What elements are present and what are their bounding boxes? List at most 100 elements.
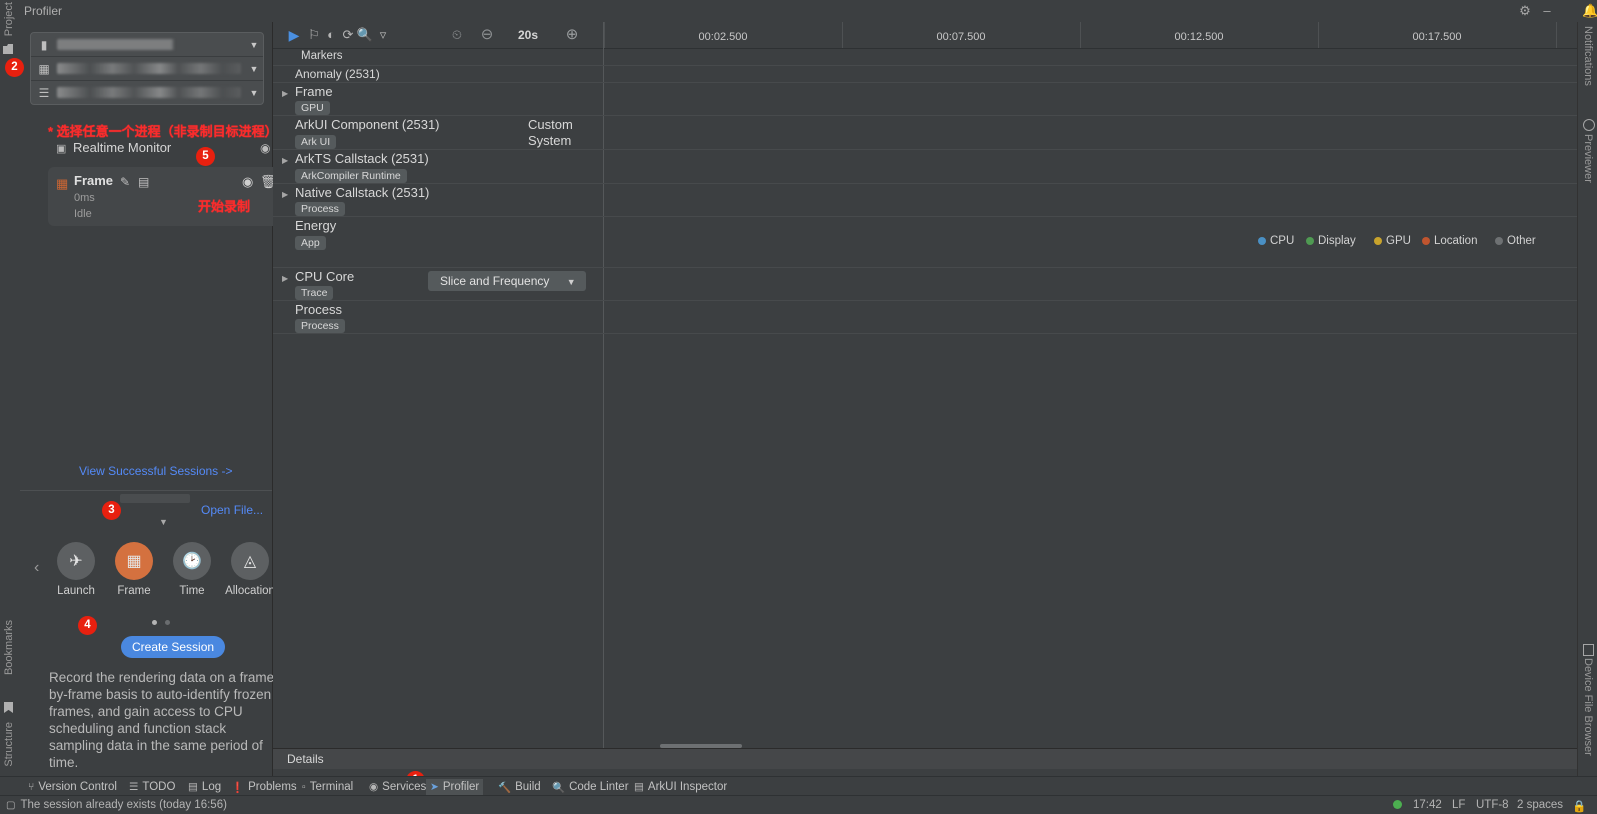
ruler-tick-label: 00:02.500 xyxy=(698,31,748,43)
sidebar-item-bookmarks[interactable]: Bookmarks xyxy=(3,620,15,675)
collapse-handle[interactable] xyxy=(120,494,190,503)
track-chip: GPU xyxy=(295,101,330,115)
session-type-time[interactable]: 🕑 Time xyxy=(164,542,220,597)
tool-window-build[interactable]: 🔨 Build xyxy=(494,779,545,795)
tool-window-todo[interactable]: ☰ TODO xyxy=(125,779,179,795)
session-type-label: Frame xyxy=(117,585,151,597)
session-type-label: Allocation xyxy=(225,585,275,597)
slice-and-frequency-dropdown[interactable]: Slice and Frequency ▼ xyxy=(428,271,586,291)
status-line-separator[interactable]: LF xyxy=(1452,799,1465,811)
track-row-process[interactable]: Process Process xyxy=(273,301,1577,334)
sidebar-item-notifications[interactable]: Notifications xyxy=(1582,26,1594,86)
device-file-browser-icon xyxy=(1583,644,1594,656)
clock-marker-icon[interactable]: ◐ xyxy=(322,26,340,44)
realtime-monitor-record-icon[interactable]: ◉ xyxy=(260,141,270,155)
legend-label: Location xyxy=(1434,235,1478,247)
annotation-badge-3: 3 xyxy=(102,501,121,520)
track-row-frame[interactable]: ▶ Frame GPU xyxy=(273,83,1577,116)
track-canvas-empty[interactable] xyxy=(273,334,1577,748)
chevron-down-icon[interactable]: ▼ xyxy=(245,64,263,74)
play-icon[interactable]: ▶ xyxy=(285,26,303,44)
track-label: Native Callstack (2531) xyxy=(295,185,430,200)
chevron-down-icon[interactable]: ▼ xyxy=(245,88,263,98)
track-row-arkts-callstack[interactable]: ▶ ArkTS Callstack (2531) ArkCompiler Run… xyxy=(273,150,1577,184)
track-chip: ArkCompiler Runtime xyxy=(295,169,407,183)
monitor-icon: ▣ xyxy=(56,143,67,155)
sidebar-item-previewer[interactable]: Previewer xyxy=(1582,134,1594,183)
create-session-button[interactable]: Create Session xyxy=(121,636,226,658)
refresh-icon[interactable]: ⟳ xyxy=(339,26,357,44)
tool-window-log[interactable]: ▤ Log xyxy=(184,779,225,795)
cube-icon: ◬ xyxy=(231,542,269,580)
sidebar-item-project[interactable]: Project xyxy=(3,2,15,36)
search-icon[interactable]: 🔍 xyxy=(356,26,374,44)
carousel-dot[interactable] xyxy=(165,620,171,625)
status-indent[interactable]: 2 spaces xyxy=(1517,799,1563,811)
zoom-in-icon[interactable]: ⊕ xyxy=(563,26,581,44)
reset-zoom-icon[interactable]: ⏲ xyxy=(448,26,466,44)
tool-window-problems[interactable]: ❗ Problems xyxy=(227,779,301,795)
expand-triangle-icon[interactable]: ▶ xyxy=(282,156,288,165)
process-combo[interactable]: ☰ ▼ xyxy=(31,81,263,104)
expand-triangle-icon[interactable]: ▶ xyxy=(282,274,288,283)
profiler-window: Profiler ⚙ – 🔔 Project Bookmarks Structu… xyxy=(0,0,1597,814)
pencil-icon[interactable]: ✎ xyxy=(120,175,130,189)
bookmark-icon xyxy=(4,702,13,713)
track-row-native-callstack[interactable]: ▶ Native Callstack (2531) Process xyxy=(273,184,1577,217)
track-row-energy[interactable]: Energy App CPU Display GPU Location Othe… xyxy=(273,217,1577,268)
legend-swatch xyxy=(1422,237,1430,245)
track-label: Markers xyxy=(301,50,343,62)
view-successful-sessions-link[interactable]: View Successful Sessions -> xyxy=(79,464,233,478)
legend-cpu: CPU xyxy=(1258,235,1294,247)
app-combo[interactable]: ▦ ▼ xyxy=(31,57,263,81)
settings-gear-icon[interactable]: ⚙ xyxy=(1517,3,1533,19)
tool-window-profiler[interactable]: ➤ Profiler xyxy=(426,779,484,795)
flag-icon[interactable]: ⚐ xyxy=(305,26,323,44)
tool-window-arkui-inspector[interactable]: ▤ ArkUI Inspector xyxy=(630,779,731,795)
track-row-cpu-core[interactable]: ▶ CPU Core Trace Slice and Frequency ▼ xyxy=(273,268,1577,301)
track-label: CPU Core xyxy=(295,269,355,284)
filter-icon[interactable]: ▿ xyxy=(374,26,392,44)
minimize-icon[interactable]: – xyxy=(1539,3,1555,19)
session-duration: 0ms xyxy=(74,192,95,204)
sidebar-item-structure[interactable]: Structure xyxy=(3,722,15,767)
carousel-prev-icon[interactable]: ‹ xyxy=(34,559,39,577)
device-combo[interactable]: ▮ ▼ xyxy=(31,33,263,57)
title-bar: Profiler ⚙ – 🔔 xyxy=(0,0,1597,23)
legend-display: Display xyxy=(1306,235,1356,247)
chevron-down-icon[interactable]: ▼ xyxy=(159,517,168,527)
apps-icon: ▦ xyxy=(38,61,50,76)
tool-window-terminal[interactable]: ▫ Terminal xyxy=(298,779,357,795)
annotation-badge-4: 4 xyxy=(78,616,97,635)
track-label: Process xyxy=(295,302,342,317)
expand-triangle-icon[interactable]: ▶ xyxy=(282,89,288,98)
tool-window-label: Terminal xyxy=(309,781,354,793)
tool-window-label: Version Control xyxy=(38,781,117,793)
list-icon[interactable]: ▤ xyxy=(138,175,149,189)
session-type-allocation[interactable]: ◬ Allocation xyxy=(222,542,278,597)
session-type-launch[interactable]: ✈ Launch xyxy=(48,542,104,597)
sidebar-item-device-file-browser[interactable]: Device File Browser xyxy=(1582,658,1594,756)
tool-window-label: Problems xyxy=(248,781,297,793)
tool-window-label: Log xyxy=(201,781,222,793)
tool-window-code-linter[interactable]: 🔍 Code Linter xyxy=(548,779,633,795)
expand-triangle-icon[interactable]: ▶ xyxy=(282,190,288,199)
carousel-dot[interactable] xyxy=(152,620,157,625)
open-file-link[interactable]: Open File... xyxy=(201,503,263,517)
track-row-arkui-component[interactable]: ArkUI Component (2531) Ark UI Custom Sys… xyxy=(273,116,1577,150)
session-type-frame[interactable]: ▦ Frame xyxy=(106,542,162,597)
session-record-icon[interactable]: ◉ xyxy=(242,174,253,190)
track-row-markers[interactable]: Markers xyxy=(273,48,1577,66)
notifications-bell-icon[interactable]: 🔔 xyxy=(1582,3,1597,19)
tool-window-version-control[interactable]: ⑂ Version Control xyxy=(24,779,121,795)
track-row-anomaly[interactable]: Anomaly (2531) xyxy=(273,66,1577,83)
carousel-page-dots[interactable] xyxy=(152,614,175,628)
session-type-label: Time xyxy=(179,585,205,597)
chevron-down-icon[interactable]: ▼ xyxy=(245,40,263,50)
timeline-ruler[interactable]: 00:02.500 00:07.500 00:12.500 00:17.500 xyxy=(603,22,1578,48)
zoom-out-icon[interactable]: ⊖ xyxy=(478,26,496,44)
status-encoding[interactable]: UTF-8 xyxy=(1476,799,1509,811)
lock-icon[interactable]: 🔒 xyxy=(1572,799,1586,813)
tool-window-services[interactable]: ◉ Services xyxy=(365,779,430,795)
tool-window-label: Services xyxy=(382,781,427,793)
